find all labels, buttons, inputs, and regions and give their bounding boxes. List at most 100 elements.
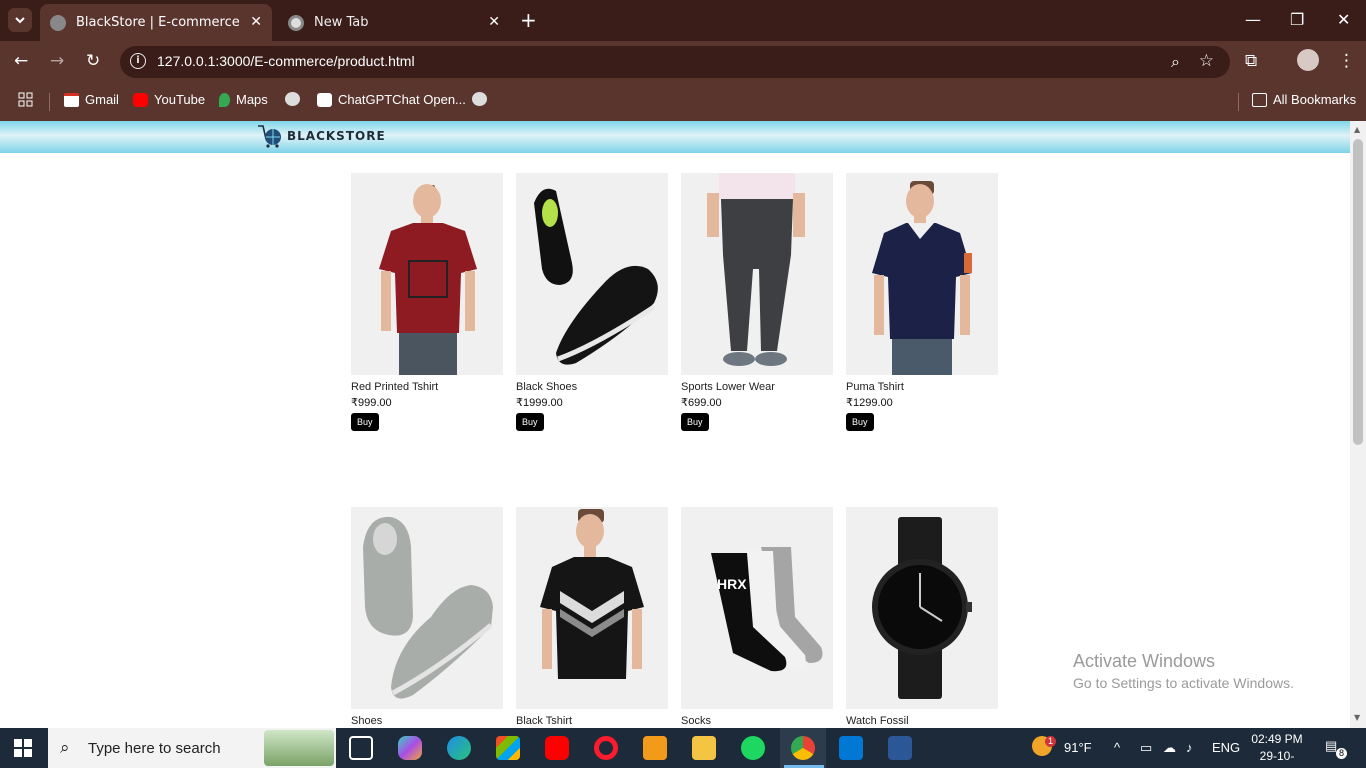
close-tab-icon[interactable]: ✕ xyxy=(488,14,500,30)
buy-button[interactable]: Buy xyxy=(351,413,379,431)
globe-icon xyxy=(50,14,66,31)
browser-toolbar: ← → ↻ i 127.0.0.1:3000/E-commerce/produc… xyxy=(0,41,1366,83)
notification-badge: 8 xyxy=(1336,748,1347,759)
address-bar[interactable]: i 127.0.0.1:3000/E-commerce/product.html… xyxy=(120,46,1230,78)
opera-icon[interactable] xyxy=(594,736,618,760)
back-button[interactable]: ← xyxy=(14,51,28,71)
battery-icon[interactable]: ▭ xyxy=(1140,740,1152,756)
chrome-icon xyxy=(288,14,304,31)
globe-icon xyxy=(285,92,300,106)
site-logo[interactable]: BLACKSTORE xyxy=(257,123,386,149)
product-card: Black Tshirt xyxy=(516,507,668,727)
task-view-icon[interactable] xyxy=(349,736,373,760)
spotify-icon[interactable] xyxy=(741,736,765,760)
apps-grid-icon[interactable] xyxy=(18,92,34,108)
language-indicator[interactable]: ENG xyxy=(1212,740,1240,755)
product-image-puma-tshirt[interactable] xyxy=(846,173,998,375)
product-price: ₹1299.00 xyxy=(846,397,893,409)
product-name: Red Printed Tshirt xyxy=(351,381,439,393)
product-image-watch[interactable] xyxy=(846,507,998,709)
product-name: Socks xyxy=(681,715,711,727)
reload-button[interactable]: ↻ xyxy=(86,51,100,71)
copilot-icon[interactable] xyxy=(398,736,422,760)
new-tab-button[interactable]: + xyxy=(520,8,537,32)
taskbar: ⌕ Type here to search 1 91°F ^ ▭ ☁ ♪ ENG… xyxy=(0,728,1366,780)
product-card: Watch Fossil xyxy=(846,507,998,727)
site-info-icon[interactable]: i xyxy=(130,53,146,69)
product-card: Sports Lower Wear ₹699.00 Buy xyxy=(681,173,833,431)
sublime-icon[interactable] xyxy=(643,736,667,760)
store-icon[interactable] xyxy=(496,736,520,760)
product-card: Puma Tshirt ₹1299.00 Buy xyxy=(846,173,998,431)
maps-icon xyxy=(219,92,230,107)
tab-search-button[interactable] xyxy=(8,8,32,32)
tab-title: BlackStore | E-commerce Websi xyxy=(76,15,244,30)
globe-icon xyxy=(472,92,487,106)
product-image-grey-shoes[interactable] xyxy=(351,507,503,709)
minimize-button[interactable]: — xyxy=(1245,10,1261,29)
bookmark-gmail[interactable]: Gmail xyxy=(64,92,119,107)
product-image-black-shoes[interactable] xyxy=(516,173,668,375)
vscode-icon[interactable] xyxy=(839,736,863,760)
windows-start-icon[interactable] xyxy=(14,739,32,757)
product-image-lower-wear[interactable] xyxy=(681,173,833,375)
bookmark-globe[interactable] xyxy=(285,92,300,106)
chrome-icon[interactable] xyxy=(791,736,815,760)
zoom-icon[interactable]: ⌕ xyxy=(1171,52,1180,72)
word-icon[interactable] xyxy=(888,736,912,760)
weather-temp[interactable]: 91°F xyxy=(1064,740,1092,755)
close-window-button[interactable]: ✕ xyxy=(1337,10,1350,29)
divider xyxy=(1238,93,1239,111)
date-text: 29-10-2024 xyxy=(1259,749,1295,780)
product-name: Black Tshirt xyxy=(516,715,573,727)
search-icon: ⌕ xyxy=(60,738,70,757)
chevron-up-icon[interactable]: ^ xyxy=(1114,740,1120,755)
buy-button[interactable]: Buy xyxy=(516,413,544,431)
volume-icon[interactable]: ♪ xyxy=(1186,740,1193,755)
buy-button[interactable]: Buy xyxy=(681,413,709,431)
forward-button[interactable]: → xyxy=(50,51,64,71)
cloud-icon[interactable]: ☁ xyxy=(1163,740,1176,756)
page-scrollbar[interactable]: ▲ ▼ xyxy=(1350,121,1366,728)
product-price: ₹999.00 xyxy=(351,397,392,409)
tab-new-tab[interactable]: New Tab ✕ xyxy=(278,4,510,41)
bookmark-youtube[interactable]: YouTube xyxy=(133,92,205,107)
edge-icon[interactable] xyxy=(447,736,471,760)
folder-icon xyxy=(1252,92,1267,107)
search-highlight-image xyxy=(264,730,334,766)
product-image-red-tshirt[interactable] xyxy=(351,173,503,375)
profile-avatar[interactable] xyxy=(1297,49,1319,71)
bookmark-star-icon[interactable]: ☆ xyxy=(1199,51,1214,71)
tab-title: New Tab xyxy=(314,15,369,30)
product-name: Sports Lower Wear xyxy=(681,381,775,393)
logo-text: BLACKSTORE xyxy=(287,129,386,143)
product-card: HRX Socks xyxy=(681,507,833,727)
tab-blackstore[interactable]: BlackStore | E-commerce Websi ✕ xyxy=(40,4,272,41)
product-image-socks[interactable]: HRX xyxy=(681,507,833,709)
url-text[interactable]: 127.0.0.1:3000/E-commerce/product.html xyxy=(157,53,415,69)
all-bookmarks-button[interactable]: All Bookmarks xyxy=(1252,92,1356,107)
youtube-icon[interactable] xyxy=(545,736,569,760)
bookmark-globe[interactable] xyxy=(472,92,487,106)
page-viewport: BLACKSTORE Red Printed Tshirt ₹999.00 Bu… xyxy=(0,121,1350,728)
scroll-up-icon[interactable]: ▲ xyxy=(1354,125,1360,134)
youtube-icon xyxy=(133,92,148,107)
bookmark-maps[interactable]: Maps xyxy=(219,92,268,107)
site-header: BLACKSTORE xyxy=(0,121,1350,153)
search-placeholder: Type here to search xyxy=(88,740,221,757)
restore-button[interactable]: ❐ xyxy=(1290,10,1304,29)
buy-button[interactable]: Buy xyxy=(846,413,874,431)
file-explorer-icon[interactable] xyxy=(692,736,716,760)
scroll-down-icon[interactable]: ▼ xyxy=(1354,713,1360,722)
scrollbar-thumb[interactable] xyxy=(1353,139,1363,445)
bookmark-chatgpt[interactable]: ChatGPTChat Open... xyxy=(317,92,466,107)
taskbar-search-box[interactable]: ⌕ Type here to search xyxy=(48,728,336,768)
clock[interactable]: 02:49 PM 29-10-2024 xyxy=(1248,731,1306,782)
extensions-icon[interactable]: ⧉ xyxy=(1245,51,1257,71)
product-image-black-tshirt[interactable] xyxy=(516,507,668,709)
close-tab-icon[interactable]: ✕ xyxy=(250,14,262,30)
menu-kebab-icon[interactable]: ⋮ xyxy=(1338,51,1355,71)
gmail-icon xyxy=(64,92,79,107)
tab-strip: BlackStore | E-commerce Websi ✕ New Tab … xyxy=(0,0,1366,41)
product-card: Shoes xyxy=(351,507,503,727)
